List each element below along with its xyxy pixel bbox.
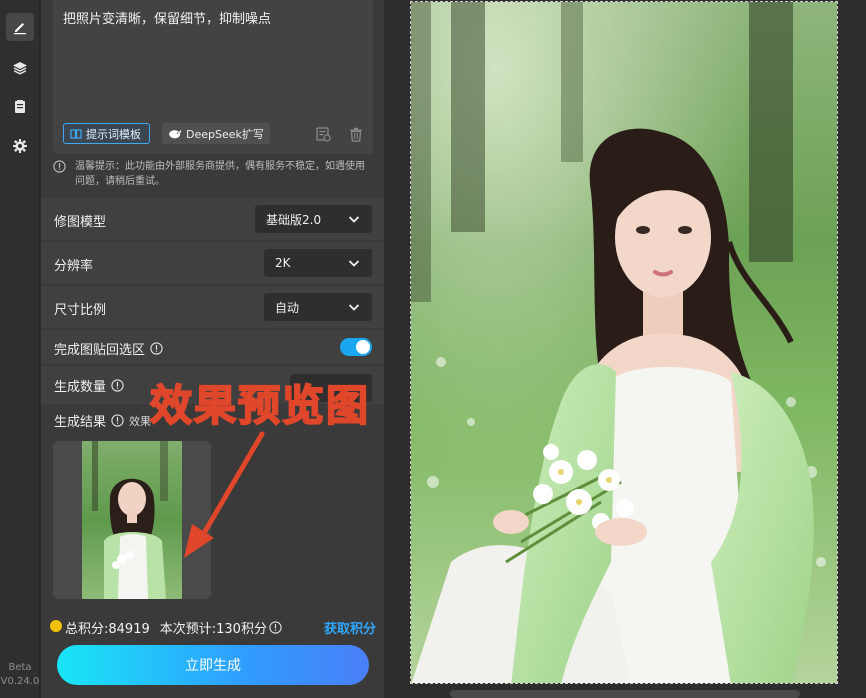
toggle-knob — [356, 340, 370, 354]
paste-back-toggle[interactable] — [340, 338, 372, 356]
resolution-select[interactable]: 2K — [264, 249, 372, 277]
layers-icon — [13, 62, 27, 75]
history-button[interactable] — [314, 125, 332, 143]
estimated-points: 本次预计:130积分 — [159, 622, 267, 637]
points-bar: 总积分:84919 本次预计:130积分 获取积分 — [41, 610, 384, 642]
canvas-area — [384, 0, 866, 698]
preview-image-frame[interactable] — [410, 1, 838, 684]
generate-button[interactable]: 立即生成 — [57, 645, 369, 685]
deepseek-expand-button[interactable]: DeepSeek扩写 — [162, 123, 270, 144]
ratio-select-value: 自动 — [275, 300, 300, 315]
version-beta: Beta — [8, 662, 32, 673]
notes-tool-button[interactable] — [6, 93, 34, 121]
info-icon[interactable] — [269, 621, 282, 634]
result-label: 生成结果 — [54, 415, 107, 430]
version-number: V0.24.0 — [0, 676, 40, 687]
app-window: Beta V0.24.0 把照片变清晰，保留细节，抑制噪点 提示词模板 Deep… — [0, 0, 866, 698]
tool-rail: Beta V0.24.0 — [0, 0, 40, 698]
portrait-thumbnail-illustration — [82, 441, 182, 599]
resolution-select-value: 2K — [275, 256, 291, 270]
whale-icon — [169, 129, 181, 138]
info-icon[interactable] — [111, 414, 124, 427]
coin-icon — [50, 620, 62, 632]
model-select-value: 基础版2.0 — [266, 212, 322, 227]
ratio-label: 尺寸比例 — [54, 303, 107, 318]
prompt-template-button[interactable]: 提示词模板 — [63, 123, 150, 144]
model-select[interactable]: 基础版2.0 — [255, 205, 372, 233]
paste-back-label-group: 完成图贴回选区 — [54, 339, 163, 358]
book-icon — [70, 128, 82, 139]
deepseek-expand-label: DeepSeek扩写 — [186, 127, 264, 141]
settings-panel: 把照片变清晰，保留细节，抑制噪点 提示词模板 DeepSeek扩写 温馨提示：此… — [41, 0, 384, 698]
annotation-arrow-icon — [184, 431, 265, 558]
model-row: 修图模型 基础版2.0 — [41, 198, 384, 240]
prompt-text: 把照片变清晰，保留细节，抑制噪点 — [63, 12, 272, 27]
gear-icon — [13, 139, 27, 153]
info-icon[interactable] — [150, 342, 163, 355]
result-hint: 效果 — [129, 414, 152, 428]
settings-tool-button[interactable] — [6, 132, 34, 160]
points-summary: 总积分:84919 本次预计:130积分 — [65, 618, 282, 637]
horizontal-scrollbar[interactable] — [450, 690, 800, 698]
notepad-icon — [15, 100, 25, 113]
clear-prompt-button[interactable] — [347, 125, 365, 143]
prompt-textarea[interactable]: 把照片变清晰，保留细节，抑制噪点 提示词模板 DeepSeek扩写 — [53, 0, 373, 154]
model-label: 修图模型 — [54, 215, 107, 230]
portrait-preview-illustration — [411, 2, 837, 683]
chevron-down-icon — [348, 260, 360, 267]
ratio-select[interactable]: 自动 — [264, 293, 372, 321]
count-label: 生成数量 — [54, 380, 107, 395]
paste-back-label: 完成图贴回选区 — [54, 343, 146, 358]
pencil-icon — [14, 23, 26, 35]
prompt-template-label: 提示词模板 — [86, 127, 141, 141]
info-icon — [53, 160, 66, 173]
edit-tool-button[interactable] — [6, 13, 34, 41]
count-label-group: 生成数量 — [54, 376, 124, 395]
paste-back-row: 完成图贴回选区 — [41, 330, 384, 364]
trash-icon — [350, 127, 362, 142]
resolution-row: 分辨率 2K — [41, 242, 384, 284]
history-icon — [316, 127, 331, 142]
service-notice-text: 温馨提示：此功能由外部服务商提供，偶有服务不稳定，如遇使用问题，请稍后重试。 — [75, 161, 365, 187]
total-points: 总积分:84919 — [65, 622, 150, 637]
layers-tool-button[interactable] — [6, 54, 34, 82]
chevron-down-icon — [348, 216, 360, 223]
result-thumbnail-image — [82, 441, 182, 599]
ratio-row: 尺寸比例 自动 — [41, 286, 384, 328]
get-points-link[interactable]: 获取积分 — [324, 618, 376, 637]
info-icon[interactable] — [111, 379, 124, 392]
result-label-group: 生成结果 效果 — [54, 411, 151, 430]
resolution-label: 分辨率 — [54, 259, 94, 274]
annotation-label: 效果预览图 — [149, 380, 371, 431]
chevron-down-icon — [348, 304, 360, 311]
